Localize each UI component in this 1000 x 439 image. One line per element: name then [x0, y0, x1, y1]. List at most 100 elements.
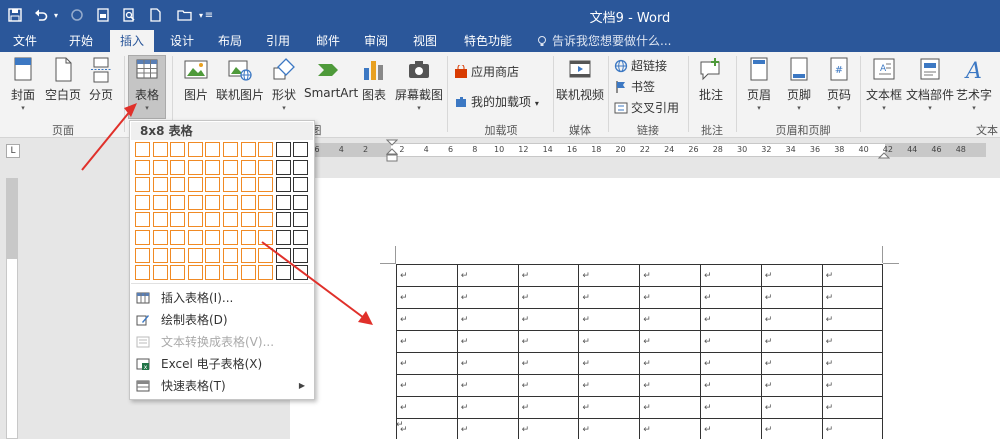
- table-cell[interactable]: ↵: [821, 330, 884, 353]
- grid-cell[interactable]: [187, 177, 203, 193]
- grid-cell[interactable]: [258, 194, 274, 210]
- smartart-button[interactable]: SmartArt: [304, 56, 358, 100]
- grid-cell[interactable]: [187, 194, 203, 210]
- grid-cell[interactable]: [240, 230, 256, 245]
- grid-cell[interactable]: [152, 194, 168, 210]
- grid-cell[interactable]: [293, 177, 309, 193]
- grid-cell[interactable]: [258, 230, 274, 245]
- grid-cell[interactable]: [240, 212, 256, 228]
- table-cell[interactable]: ↵: [396, 418, 458, 439]
- grid-cell[interactable]: [170, 142, 186, 157]
- grid-cell[interactable]: [275, 177, 291, 193]
- grid-cell[interactable]: [223, 194, 238, 210]
- table-cell[interactable]: ↵: [760, 264, 823, 287]
- table-cell[interactable]: ↵: [517, 286, 580, 309]
- indent-marker-icon[interactable]: [386, 139, 398, 163]
- grid-cell[interactable]: [135, 265, 150, 281]
- table-cell[interactable]: ↵: [396, 374, 458, 397]
- table-cell[interactable]: ↵: [760, 330, 823, 353]
- grid-cell[interactable]: [223, 177, 238, 193]
- table-cell[interactable]: ↵: [821, 308, 884, 331]
- online-picture-button[interactable]: 联机图片: [216, 56, 264, 103]
- grid-cell[interactable]: [135, 142, 150, 157]
- tab-2[interactable]: 插入: [110, 30, 154, 52]
- table-cell[interactable]: ↵: [639, 352, 701, 375]
- grid-cell[interactable]: [135, 212, 150, 228]
- quick-tables-item[interactable]: 快速表格(T) ▶: [131, 376, 313, 396]
- table-cell[interactable]: ↵: [639, 264, 701, 287]
- tab-selector[interactable]: L: [6, 144, 20, 158]
- cover-page-button[interactable]: 封面 ▾: [6, 56, 40, 112]
- grid-cell[interactable]: [152, 247, 168, 263]
- grid-cell[interactable]: [275, 247, 291, 263]
- grid-cell[interactable]: [258, 177, 274, 193]
- grid-cell[interactable]: [223, 142, 238, 157]
- table-cell[interactable]: ↵: [639, 308, 701, 331]
- grid-cell[interactable]: [152, 212, 168, 228]
- grid-cell[interactable]: [135, 230, 150, 245]
- picture-button[interactable]: 图片: [180, 56, 212, 103]
- table-cell[interactable]: ↵: [396, 286, 458, 309]
- table-cell[interactable]: ↵: [699, 352, 762, 375]
- table-cell[interactable]: ↵: [639, 374, 701, 397]
- grid-cell[interactable]: [258, 265, 274, 281]
- grid-cell[interactable]: [152, 177, 168, 193]
- cross-reference-button[interactable]: 交叉引用: [614, 98, 679, 118]
- page-number-button[interactable]: # 页码 ▾: [822, 56, 856, 112]
- grid-cell[interactable]: [240, 265, 256, 281]
- tab-0[interactable]: 文件: [0, 30, 50, 52]
- table-cell[interactable]: ↵: [396, 396, 458, 419]
- grid-cell[interactable]: [205, 230, 221, 245]
- tab-8[interactable]: 视图: [403, 30, 447, 52]
- grid-cell[interactable]: [187, 247, 203, 263]
- grid-cell[interactable]: [275, 230, 291, 245]
- grid-cell[interactable]: [258, 247, 274, 263]
- my-addins-button[interactable]: 我的加载项 ▾: [454, 92, 539, 112]
- table-cell[interactable]: ↵: [456, 352, 519, 375]
- grid-cell[interactable]: [240, 159, 256, 175]
- table-cell[interactable]: ↵: [639, 330, 701, 353]
- grid-cell[interactable]: [275, 159, 291, 175]
- tab-5[interactable]: 引用: [256, 30, 300, 52]
- grid-cell[interactable]: [240, 142, 256, 157]
- grid-cell[interactable]: [223, 212, 238, 228]
- grid-cell[interactable]: [223, 247, 238, 263]
- grid-cell[interactable]: [135, 194, 150, 210]
- grid-cell[interactable]: [275, 212, 291, 228]
- table-button[interactable]: 表格 ▾: [128, 55, 166, 119]
- grid-cell[interactable]: [170, 230, 186, 245]
- tab-7[interactable]: 审阅: [354, 30, 398, 52]
- header-button[interactable]: 页眉 ▾: [742, 56, 776, 112]
- table-cell[interactable]: ↵: [396, 264, 458, 287]
- table-cell[interactable]: ↵: [578, 418, 641, 439]
- grid-cell[interactable]: [275, 142, 291, 157]
- excel-spreadsheet-item[interactable]: x Excel 电子表格(X): [131, 354, 313, 374]
- table-cell[interactable]: ↵: [760, 374, 823, 397]
- grid-cell[interactable]: [293, 194, 309, 210]
- table-cell[interactable]: ↵: [639, 418, 701, 439]
- table-cell[interactable]: ↵: [760, 396, 823, 419]
- table-cell[interactable]: ↵: [760, 286, 823, 309]
- table-cell[interactable]: ↵: [456, 418, 519, 439]
- table-cell[interactable]: ↵: [821, 418, 884, 439]
- table-cell[interactable]: ↵: [821, 286, 884, 309]
- table-cell[interactable]: ↵: [821, 264, 884, 287]
- chart-button[interactable]: 图表: [358, 56, 390, 103]
- table-cell[interactable]: ↵: [517, 396, 580, 419]
- insert-table-item[interactable]: 插入表格(I)...: [131, 288, 313, 308]
- screenshot-button[interactable]: 屏幕截图 ▾: [394, 56, 444, 112]
- right-indent-marker-icon[interactable]: [878, 151, 890, 159]
- tab-9[interactable]: 特色功能: [456, 30, 520, 52]
- store-button[interactable]: 应用商店: [454, 62, 519, 82]
- table-cell[interactable]: ↵: [760, 352, 823, 375]
- tell-me-box[interactable]: 告诉我您想要做什么...: [536, 30, 671, 52]
- grid-cell[interactable]: [187, 159, 203, 175]
- grid-cell[interactable]: [293, 265, 309, 281]
- grid-cell[interactable]: [258, 142, 274, 157]
- online-video-button[interactable]: 联机视频: [556, 56, 604, 103]
- table-cell[interactable]: ↵: [760, 308, 823, 331]
- vertical-ruler[interactable]: [6, 178, 18, 439]
- table-cell[interactable]: ↵: [699, 330, 762, 353]
- tab-3[interactable]: 设计: [160, 30, 204, 52]
- table-cell[interactable]: ↵: [456, 286, 519, 309]
